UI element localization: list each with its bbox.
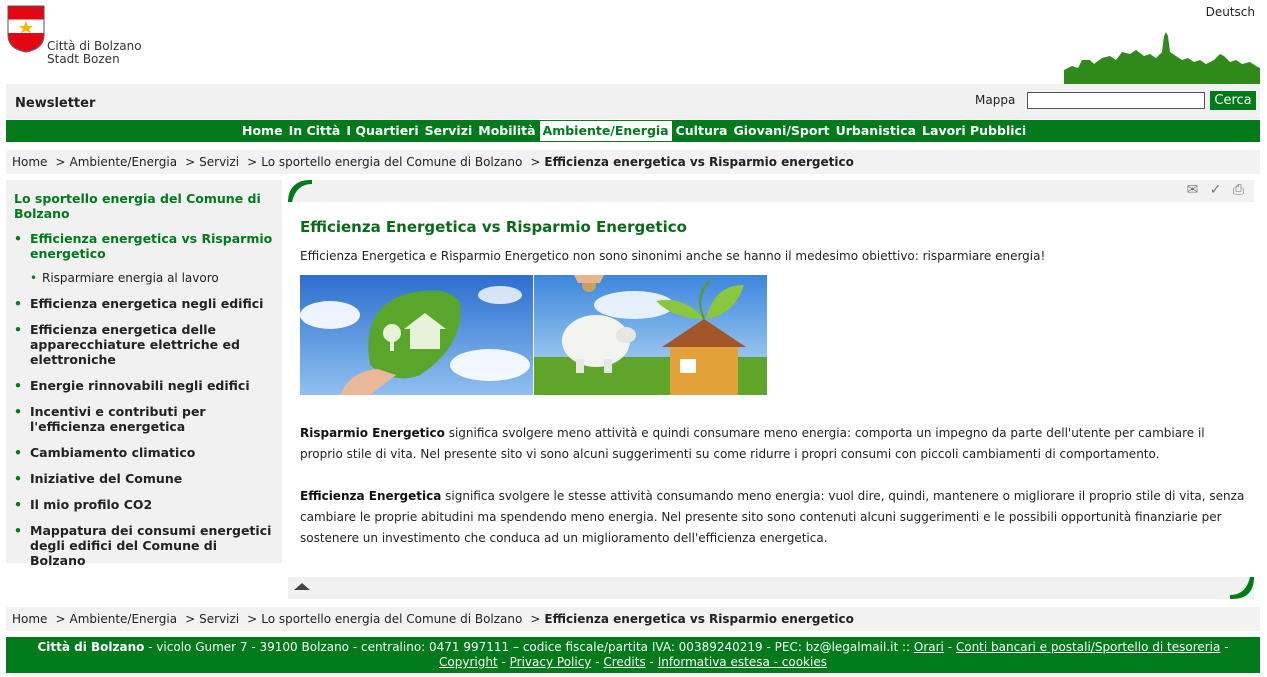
breadcrumb-home[interactable]: Home xyxy=(12,612,47,626)
efficienza-paragraph: Efficienza Energetica significa svolgere… xyxy=(300,486,1245,549)
breadcrumb-separator: > xyxy=(247,155,258,169)
nav-item-giovani-sport[interactable]: Giovani/Sport xyxy=(730,120,832,142)
site-footer: Città di Bolzano - vicolo Gumer 7 - 3910… xyxy=(6,637,1260,673)
footer-link-cookies[interactable]: Informativa estesa - cookies xyxy=(658,655,827,669)
breadcrumb-sportello-energia[interactable]: Lo sportello energia del Comune di Bolza… xyxy=(261,612,522,626)
nav-item-quartieri[interactable]: I Quartieri xyxy=(343,120,421,142)
newsletter-link[interactable]: Newsletter xyxy=(15,96,95,111)
footer-link-privacy[interactable]: Privacy Policy xyxy=(510,655,592,669)
footer-link-orari[interactable]: Orari xyxy=(914,640,944,654)
breadcrumb-separator: > xyxy=(185,612,196,626)
illustration-row xyxy=(300,275,1242,395)
city-skyline-icon xyxy=(1064,32,1260,84)
risparmio-term: Risparmio Energetico xyxy=(300,426,445,440)
nav-item-in-citta[interactable]: In Città xyxy=(286,120,344,142)
breadcrumb-bottom: Home > Ambiente/Energia > Servizi > Lo sportel… xyxy=(6,607,1260,631)
sidebar-item-rinnovabili[interactable]: Energie rinnovabili negli edifici xyxy=(14,378,274,393)
main-navigation: Home In Città I Quartieri Servizi Mobili… xyxy=(6,120,1260,142)
city-coat-of-arms-logo[interactable] xyxy=(7,5,45,53)
site-map-link[interactable]: Mappa xyxy=(975,93,1015,107)
sidebar-title[interactable]: Lo sportello energia del Comune di Bolza… xyxy=(14,191,274,221)
breadcrumb-ambiente-energia[interactable]: Ambiente/Energia xyxy=(70,155,178,169)
main-content: Efficienza Energetica vs Risparmio Energ… xyxy=(288,202,1254,578)
sidebar-item-incentivi[interactable]: Incentivi e contributi per l'efficienza … xyxy=(14,404,274,434)
sidebar-subitem-risparmiare-lavoro[interactable]: Risparmiare energia al lavoro xyxy=(14,271,274,286)
corner-decoration xyxy=(1230,577,1254,599)
breadcrumb-separator: > xyxy=(530,612,541,626)
breadcrumb-separator: > xyxy=(55,155,66,169)
corner-decoration xyxy=(288,180,312,202)
send-email-icon[interactable]: ✉ xyxy=(1185,183,1200,198)
section-sidebar: Lo sportello energia del Comune di Bolza… xyxy=(6,180,282,568)
sidebar-item-apparecchiature[interactable]: Efficienza energetica delle apparecchiat… xyxy=(14,322,274,367)
search-button[interactable]: Cerca xyxy=(1210,91,1256,110)
breadcrumb: Home > Ambiente/Energia > Servizi > Lo sportel… xyxy=(6,150,1260,174)
nav-item-servizi[interactable]: Servizi xyxy=(422,120,476,142)
sidebar-item-mappatura[interactable]: Mappatura dei consumi energetici degli e… xyxy=(14,523,274,568)
breadcrumb-separator: > xyxy=(55,612,66,626)
leaf-house-image xyxy=(300,275,533,395)
breadcrumb-separator: > xyxy=(247,612,258,626)
city-name-german: Stadt Bozen xyxy=(47,52,120,66)
nav-item-ambiente-energia[interactable]: Ambiente/Energia xyxy=(538,120,673,142)
efficienza-definition: significa svolgere le stesse attività co… xyxy=(300,489,1245,545)
breadcrumb-current: Efficienza energetica vs Risparmio energ… xyxy=(544,612,854,626)
site-header: Città di Bolzano Stadt Bozen Deutsch xyxy=(0,0,1267,84)
nav-item-mobilita[interactable]: Mobilità xyxy=(475,120,538,142)
nav-item-urbanistica[interactable]: Urbanistica xyxy=(833,120,919,142)
piggy-bank-house-image xyxy=(534,275,767,395)
search-input[interactable] xyxy=(1027,92,1205,109)
breadcrumb-separator: > xyxy=(530,155,541,169)
nav-item-home[interactable]: Home xyxy=(239,120,286,142)
risparmio-paragraph: Risparmio Energetico significa svolgere … xyxy=(300,423,1245,465)
sidebar-item-profilo-co2[interactable]: Il mio profilo CO2 xyxy=(14,497,274,512)
breadcrumb-home[interactable]: Home xyxy=(12,155,47,169)
footer-link-credits[interactable]: Credits xyxy=(603,655,645,669)
breadcrumb-current: Efficienza energetica vs Risparmio energ… xyxy=(544,155,854,169)
validate-check-icon[interactable]: ✓ xyxy=(1208,183,1223,198)
sidebar-item-edifici[interactable]: Efficienza energetica negli edifici xyxy=(14,296,274,311)
footer-link-conti[interactable]: Conti bancari e postali/Sportello di tes… xyxy=(956,640,1221,654)
sidebar-item-efficienza-vs-risparmio[interactable]: Efficienza energetica vs Risparmio energ… xyxy=(14,231,274,261)
page-title: Efficienza Energetica vs Risparmio Energ… xyxy=(300,218,687,236)
sidebar-item-cambiamento-climatico[interactable]: Cambiamento climatico xyxy=(14,445,274,460)
breadcrumb-servizi[interactable]: Servizi xyxy=(199,612,239,626)
breadcrumb-ambiente-energia[interactable]: Ambiente/Energia xyxy=(70,612,178,626)
footer-address: - vicolo Gumer 7 - 39100 Bolzano - centr… xyxy=(144,640,914,654)
back-to-top-icon[interactable] xyxy=(294,583,310,590)
breadcrumb-sportello-energia[interactable]: Lo sportello energia del Comune di Bolza… xyxy=(261,155,522,169)
utility-bar: Newsletter Mappa Cerca xyxy=(6,84,1260,119)
city-name-logo-text[interactable]: Città di Bolzano Stadt Bozen xyxy=(47,40,142,66)
footer-org-name: Città di Bolzano xyxy=(37,640,145,654)
print-icon[interactable]: ⎙ xyxy=(1231,183,1246,198)
footer-link-copyright[interactable]: Copyright xyxy=(439,655,498,669)
content-footer-bar xyxy=(288,577,1254,599)
nav-item-cultura[interactable]: Cultura xyxy=(673,120,731,142)
content-toolbar: ✉ ✓ ⎙ xyxy=(288,180,1254,202)
breadcrumb-servizi[interactable]: Servizi xyxy=(199,155,239,169)
intro-text: Efficienza Energetica e Risparmio Energe… xyxy=(300,249,1046,263)
breadcrumb-separator: > xyxy=(185,155,196,169)
efficienza-term: Efficienza Energetica xyxy=(300,489,442,503)
sidebar-item-iniziative[interactable]: Iniziative del Comune xyxy=(14,471,274,486)
nav-item-lavori-pubblici[interactable]: Lavori Pubblici xyxy=(919,120,1029,142)
language-switch-link[interactable]: Deutsch xyxy=(1206,5,1255,19)
